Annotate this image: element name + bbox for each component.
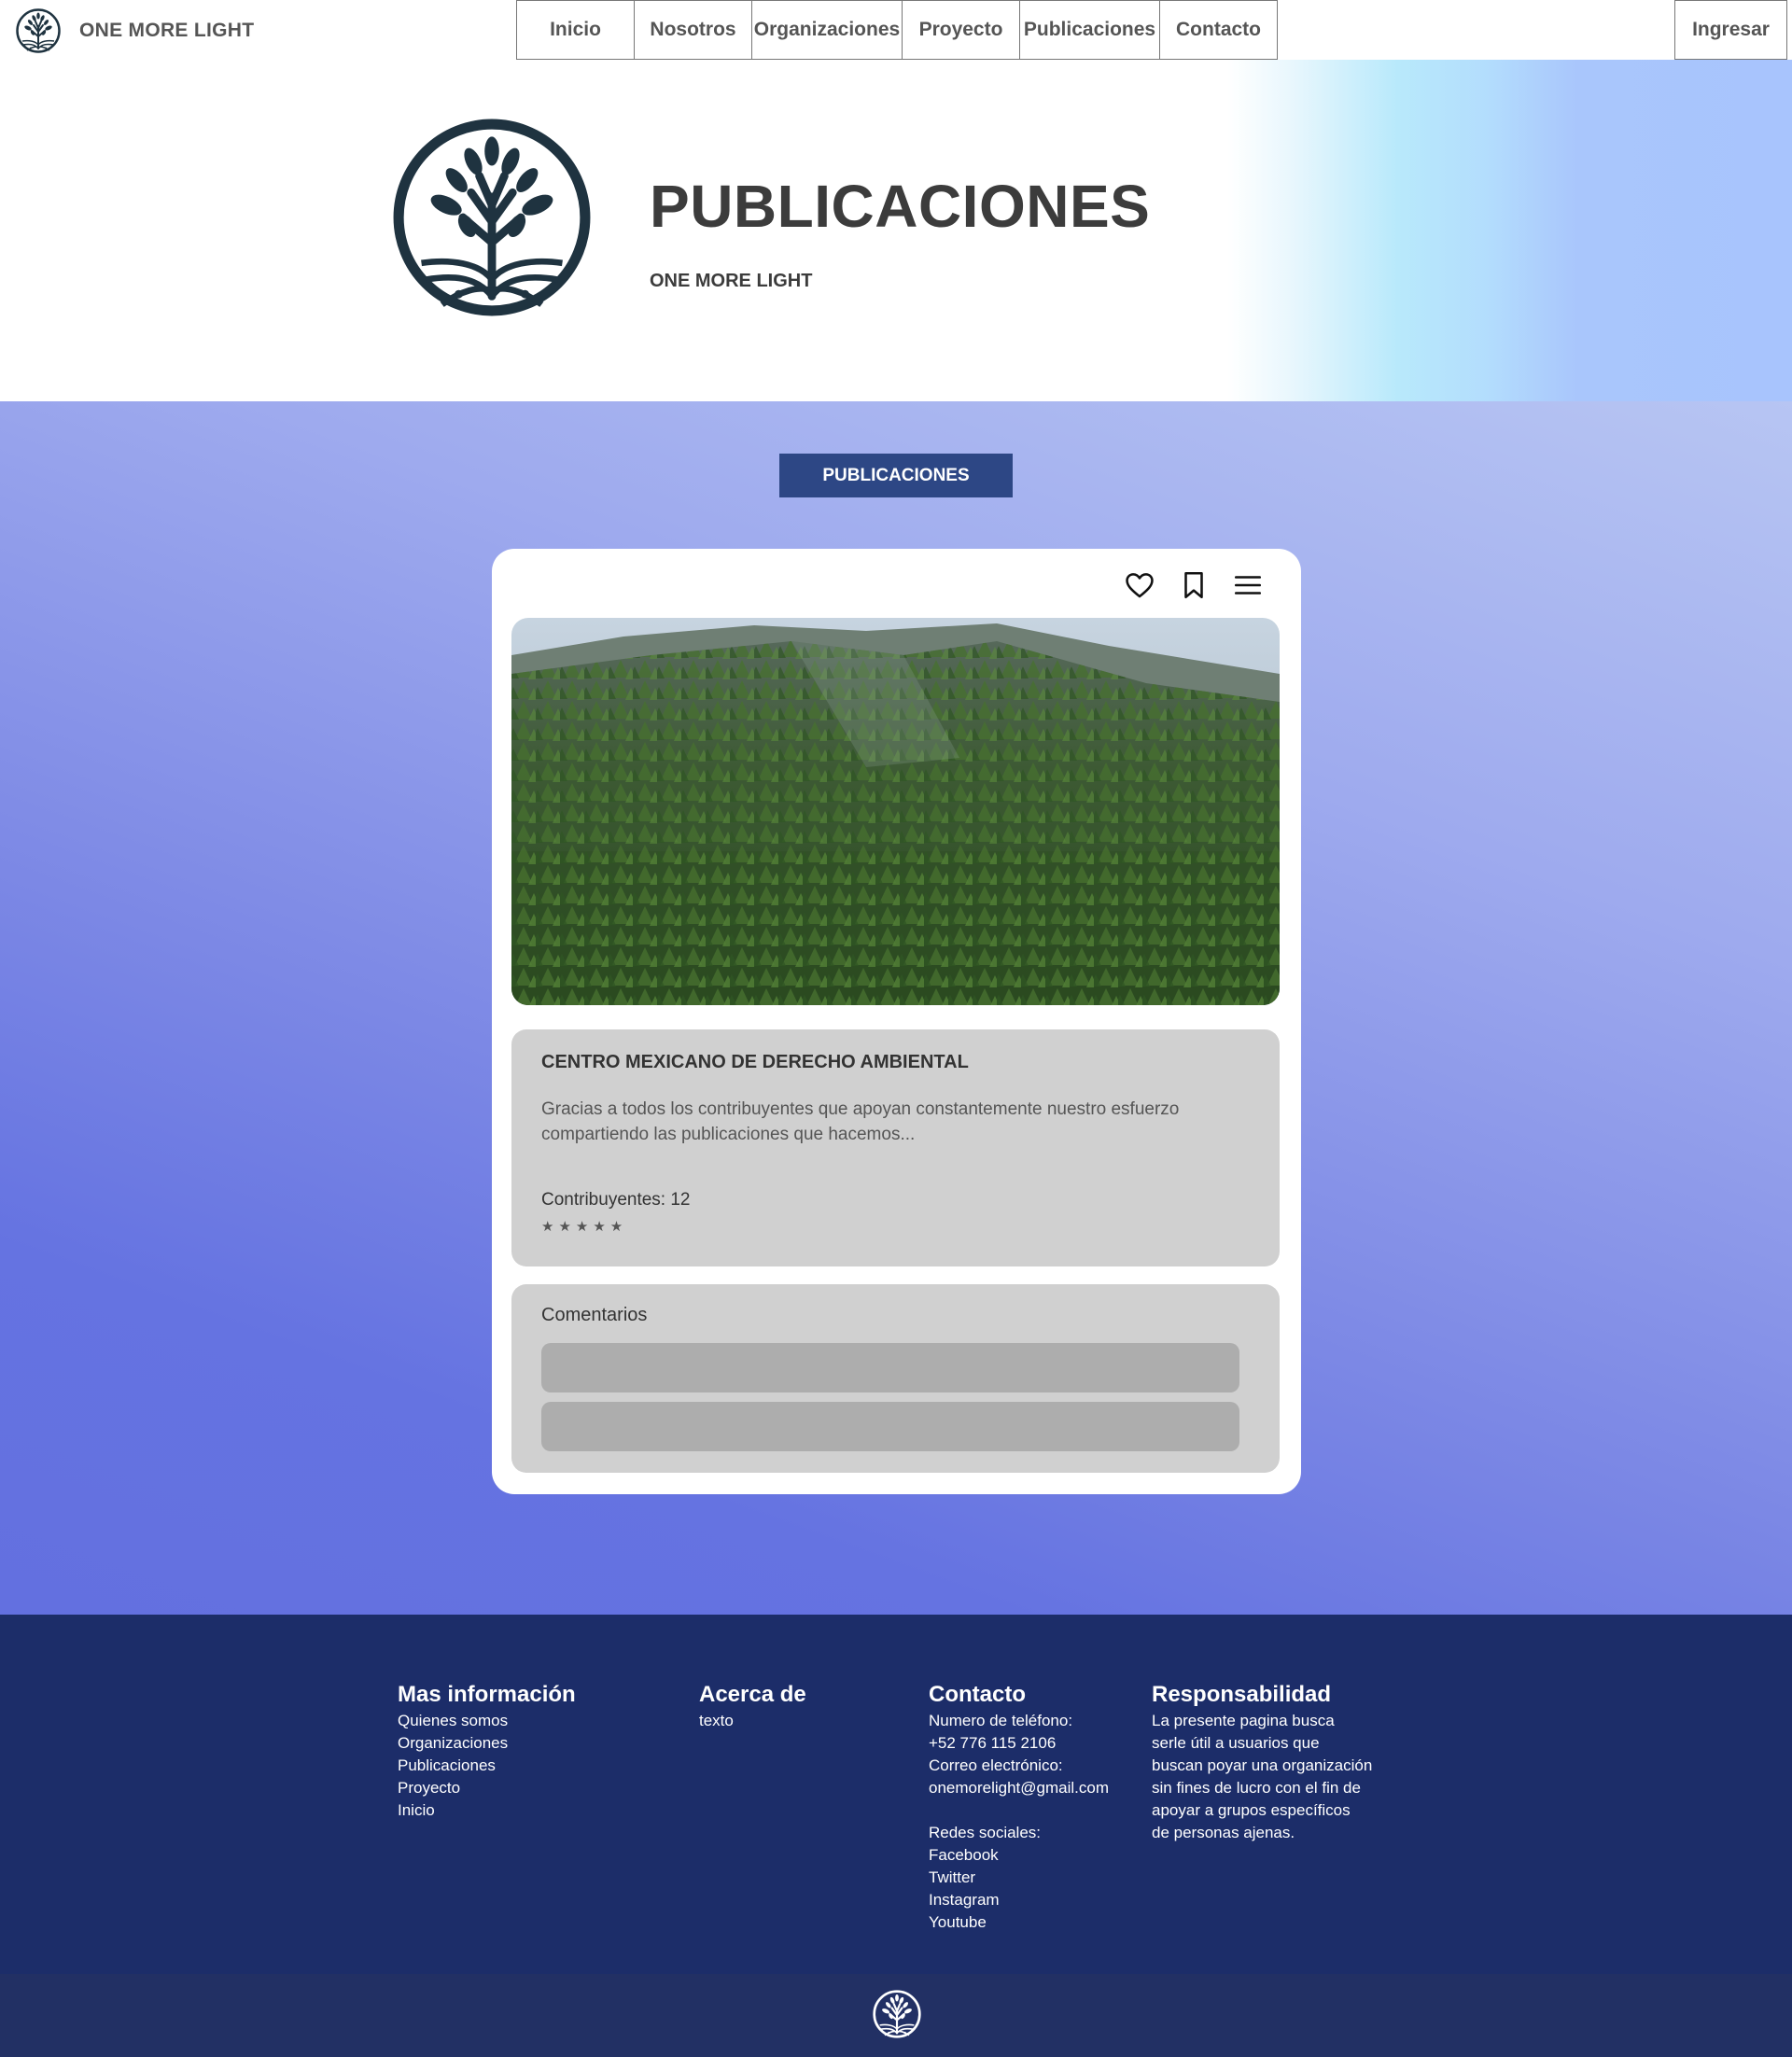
comments-panel: Comentarios bbox=[511, 1284, 1280, 1473]
brand[interactable]: ONE MORE LIGHT bbox=[15, 7, 254, 54]
star-rating[interactable]: ★★★★★ bbox=[541, 1218, 627, 1235]
bookmark-icon[interactable] bbox=[1178, 569, 1210, 601]
page-title: PUBLICACIONES bbox=[650, 173, 1151, 240]
footer-link-inicio[interactable]: Inicio bbox=[398, 1799, 576, 1822]
footer-link-proyecto[interactable]: Proyecto bbox=[398, 1777, 576, 1799]
tree-of-life-icon bbox=[388, 114, 595, 321]
social-link-facebook[interactable]: Facebook bbox=[929, 1844, 1109, 1867]
footer-bottom-bar bbox=[0, 1974, 1792, 2057]
menu-icon[interactable] bbox=[1232, 569, 1264, 601]
footer-text: buscan poyar una organización bbox=[1152, 1756, 1373, 1774]
nav-item-organizaciones[interactable]: Organizaciones bbox=[751, 0, 903, 60]
footer-link-quienes-somos[interactable]: Quienes somos bbox=[398, 1710, 576, 1732]
top-navbar: ONE MORE LIGHT Inicio Nosotros Organizac… bbox=[0, 0, 1792, 60]
footer-text: La presente pagina busca bbox=[1152, 1712, 1335, 1729]
footer-link-publicaciones[interactable]: Publicaciones bbox=[398, 1755, 576, 1777]
social-link-youtube[interactable]: Youtube bbox=[929, 1911, 1109, 1934]
tree-of-life-icon[interactable] bbox=[872, 1989, 922, 2039]
heart-icon[interactable] bbox=[1124, 569, 1155, 601]
nav-item-proyecto[interactable]: Proyecto bbox=[902, 0, 1020, 60]
footer-col-mas-informacion: Mas información Quienes somos Organizaci… bbox=[398, 1682, 576, 1822]
main-nav: Inicio Nosotros Organizaciones Proyecto … bbox=[516, 0, 1278, 60]
footer-text: apoyar a grupos específicos bbox=[1152, 1801, 1351, 1819]
social-label: Redes sociales: bbox=[929, 1824, 1042, 1841]
comment-entry[interactable] bbox=[541, 1343, 1239, 1392]
footer-text: de personas ajenas. bbox=[1152, 1824, 1295, 1841]
brand-name: ONE MORE LIGHT bbox=[79, 20, 255, 41]
footer-text: sin fines de lucro con el fin de bbox=[1152, 1779, 1361, 1797]
phone-label: Numero de teléfono: bbox=[929, 1712, 1073, 1729]
footer-heading: Acerca de bbox=[699, 1682, 806, 1707]
forest-photo bbox=[511, 618, 1280, 1005]
email-link[interactable]: onemorelight@gmail.com bbox=[929, 1777, 1109, 1799]
post-actions bbox=[1124, 569, 1264, 601]
footer-heading: Mas información bbox=[398, 1682, 576, 1707]
social-link-twitter[interactable]: Twitter bbox=[929, 1867, 1109, 1889]
post-title: CENTRO MEXICANO DE DERECHO AMBIENTAL bbox=[541, 1052, 969, 1072]
post-info-panel: CENTRO MEXICANO DE DERECHO AMBIENTAL Gra… bbox=[511, 1029, 1280, 1266]
footer-text: serle útil a usuarios que bbox=[1152, 1734, 1320, 1752]
nav-item-nosotros[interactable]: Nosotros bbox=[634, 0, 752, 60]
nav-item-contacto[interactable]: Contacto bbox=[1159, 0, 1278, 60]
post-card: CENTRO MEXICANO DE DERECHO AMBIENTAL Gra… bbox=[492, 549, 1301, 1494]
comment-entry[interactable] bbox=[541, 1402, 1239, 1451]
footer-link-organizaciones[interactable]: Organizaciones bbox=[398, 1732, 576, 1755]
hero-banner: PUBLICACIONES ONE MORE LIGHT bbox=[0, 60, 1792, 401]
nav-item-inicio[interactable]: Inicio bbox=[516, 0, 635, 60]
footer-heading: Contacto bbox=[929, 1682, 1026, 1707]
footer: Mas información Quienes somos Organizaci… bbox=[0, 1615, 1792, 1974]
tree-of-life-icon bbox=[15, 7, 62, 54]
email-label: Correo electrónico: bbox=[929, 1756, 1063, 1774]
footer-col-contacto: Contacto Numero de teléfono: +52 776 115… bbox=[929, 1682, 1109, 1934]
footer-heading: Responsabilidad bbox=[1152, 1682, 1332, 1707]
comments-title: Comentarios bbox=[541, 1305, 648, 1325]
page-subtitle: ONE MORE LIGHT bbox=[650, 271, 813, 291]
nav-item-publicaciones[interactable]: Publicaciones bbox=[1019, 0, 1160, 60]
phone-number: +52 776 115 2106 bbox=[929, 1734, 1057, 1752]
contributors-count: Contribuyentes: 12 bbox=[541, 1190, 691, 1210]
footer-col-acerca-de: Acerca de texto bbox=[699, 1682, 806, 1732]
social-link-instagram[interactable]: Instagram bbox=[929, 1889, 1109, 1911]
footer-text: texto bbox=[699, 1712, 734, 1729]
publications-section: PUBLICACIONES CENTRO MEXICANO DE DERECHO… bbox=[0, 401, 1792, 1615]
post-description: Gracias a todos los contribuyentes que a… bbox=[541, 1099, 1180, 1144]
login-button[interactable]: Ingresar bbox=[1674, 0, 1787, 60]
footer-col-responsabilidad: Responsabilidad La presente pagina busca… bbox=[1152, 1682, 1372, 1844]
publicaciones-button[interactable]: PUBLICACIONES bbox=[779, 454, 1013, 497]
